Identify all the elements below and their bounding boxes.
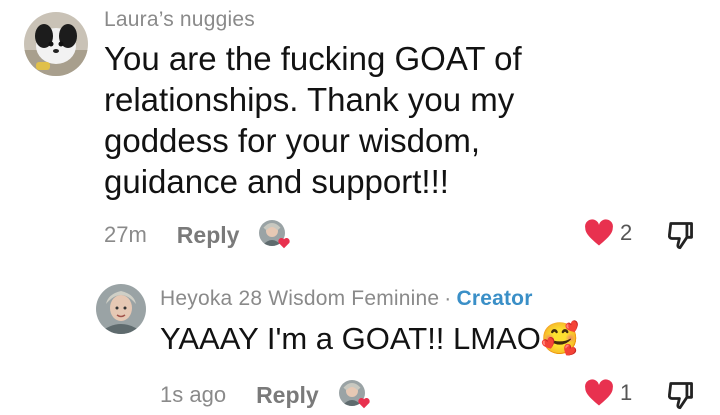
heart-icon (585, 219, 613, 246)
like-count: 2 (620, 220, 633, 245)
heart-icon (278, 238, 291, 249)
comment-text-line: relationships. Thank you my (104, 81, 515, 118)
comment-meta: 27m Reply (104, 220, 291, 250)
reply-button[interactable]: Reply (256, 382, 319, 409)
like-button[interactable]: 1 (584, 379, 632, 407)
comment-meta: 1s ago Reply (160, 380, 370, 410)
comment-text-line: guidance and support!!! (104, 163, 449, 200)
dislike-button[interactable] (666, 220, 694, 255)
reply-button[interactable]: Reply (177, 222, 240, 249)
separator: · (444, 287, 452, 310)
comment-text: YAAAY I'm a GOAT!! LMAO🥰 (160, 320, 580, 358)
heart-icon (358, 398, 370, 409)
heart-icon (585, 379, 613, 406)
thumbs-down-icon (667, 222, 693, 250)
dislike-button[interactable] (666, 380, 694, 415)
comment-text-content: YAAAY I'm a GOAT!! LMAO (160, 321, 541, 356)
like-button[interactable]: 2 (584, 219, 632, 247)
comment-text-line: goddess for your wisdom, (104, 122, 481, 159)
comment-text-line: You are the fucking GOAT of (104, 40, 522, 77)
avatar[interactable] (96, 284, 146, 334)
avatar[interactable] (24, 12, 88, 76)
comment-username[interactable]: Laura’s nuggies (104, 8, 255, 32)
thumbs-down-icon (667, 382, 693, 410)
creator-liked-badge (259, 220, 291, 250)
comment-username[interactable]: Heyoka 28 Wisdom Feminine (160, 287, 439, 310)
timestamp: 1s ago (160, 382, 227, 407)
reply-username-row: Heyoka 28 Wisdom Feminine · Creator (160, 287, 533, 311)
like-count: 1 (620, 380, 633, 405)
creator-liked-badge (338, 380, 370, 410)
timestamp: 27m (104, 222, 147, 247)
creator-badge: Creator (456, 287, 533, 310)
comment-text: You are the fucking GOAT of relationship… (104, 38, 522, 202)
smiling-face-with-hearts-emoji: 🥰 (540, 321, 580, 356)
